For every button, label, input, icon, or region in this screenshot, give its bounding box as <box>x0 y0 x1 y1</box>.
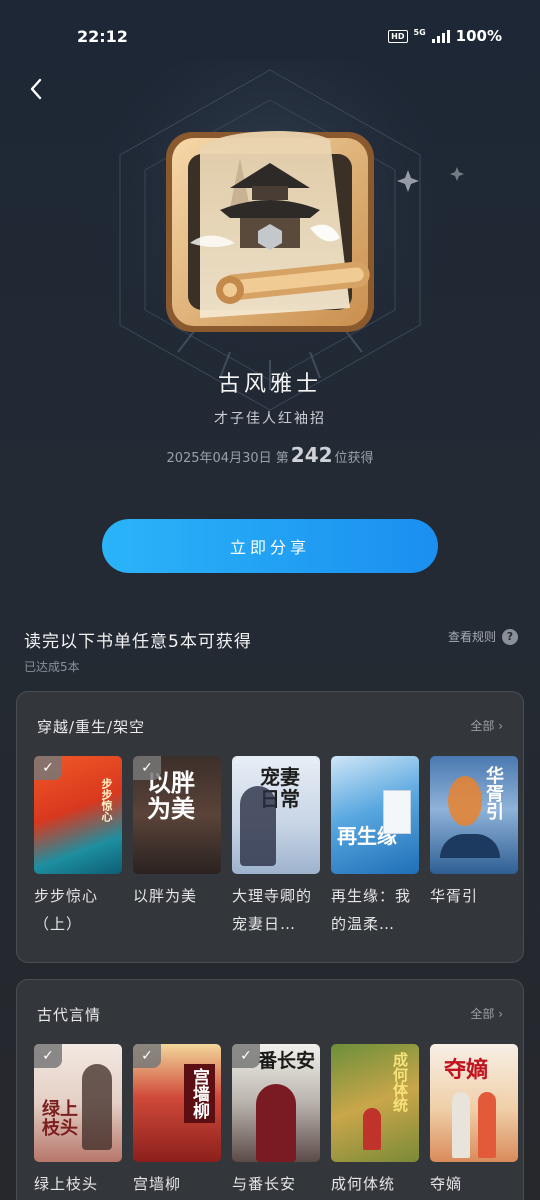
book-item[interactable]: 华胥引 华胥引 <box>430 756 518 938</box>
pavilion-scroll-badge-icon <box>166 130 374 332</box>
back-button[interactable] <box>22 74 52 104</box>
book-item[interactable]: 步步惊心 ✓ 步步惊心（上） <box>34 756 122 938</box>
rank-prefix: 第 <box>275 451 289 466</box>
cover-title: 成何体统 <box>391 1052 409 1112</box>
book-cover: 夺嫡 <box>430 1044 518 1162</box>
check-icon: ✓ <box>133 756 161 780</box>
section-title: 穿越/重生/架空 <box>37 718 146 736</box>
hd-icon: HD <box>388 29 408 43</box>
book-cover: 番长安 ✓ <box>232 1044 320 1162</box>
section-view-all-link[interactable]: 全部 › <box>470 717 503 734</box>
task-progress: 已达成5本 <box>24 660 80 674</box>
badge-obtained-info: 2025年04月30日 第 242 位获得 <box>0 443 540 467</box>
battery-level: 100% <box>455 27 502 45</box>
book-title: 大理寺卿的宠妻日… <box>232 887 313 933</box>
signal-icon <box>431 29 450 43</box>
share-button[interactable]: 立即分享 <box>102 519 438 573</box>
book-title: 华胥引 <box>430 887 479 905</box>
help-icon: ? <box>502 628 518 645</box>
book-item[interactable]: 夺嫡 夺嫡 <box>430 1044 518 1198</box>
book-title: 再生缘：我的温柔… <box>331 887 412 933</box>
book-title: 步步惊心（上） <box>34 887 99 933</box>
book-title: 成何体统 <box>331 1175 396 1193</box>
book-cover: 绿上枝头 ✓ <box>34 1044 122 1162</box>
book-row: 绿上枝头 ✓ 绿上枝头 宫墙柳 ✓ 宫墙柳 番长安 ✓ 与番长安 成何体统 成何… <box>34 1044 518 1198</box>
check-icon: ✓ <box>133 1044 161 1068</box>
view-rules-link[interactable]: 查看规则 ? <box>448 628 518 645</box>
rank-number: 242 <box>290 443 333 467</box>
book-cover: 宫墙柳 ✓ <box>133 1044 221 1162</box>
cover-title: 宫墙柳 <box>184 1064 215 1123</box>
book-item[interactable]: 绿上枝头 ✓ 绿上枝头 <box>34 1044 122 1198</box>
cover-title: 华胥引 <box>483 766 504 820</box>
view-rules-label: 查看规则 <box>447 630 496 644</box>
booklist-section-ancient-romance: 古代言情 全部 › 绿上枝头 ✓ 绿上枝头 宫墙柳 ✓ 宫墙柳 番长安 ✓ 与番… <box>16 979 524 1200</box>
task-title: 读完以下书单任意5本可获得 <box>24 632 252 652</box>
status-time: 22:12 <box>77 27 128 46</box>
badge-subtitle: 才子佳人红袖招 <box>214 411 326 427</box>
check-icon: ✓ <box>34 1044 62 1068</box>
badge-title: 古风雅士 <box>217 372 322 397</box>
rank-suffix: 位获得 <box>334 451 374 466</box>
badge-illustration <box>160 118 385 348</box>
book-item[interactable]: 番长安 ✓ 与番长安 <box>232 1044 320 1198</box>
section-title: 古代言情 <box>37 1006 102 1024</box>
book-item[interactable]: 成何体统 成何体统 <box>331 1044 419 1198</box>
book-item[interactable]: 再生缘 再生缘：我的温柔… <box>331 756 419 938</box>
badge-date: 2025年04月30日 <box>166 451 272 466</box>
cover-title: 番长安 <box>258 1050 316 1072</box>
cover-title: 绿上枝头 <box>42 1099 78 1139</box>
cover-title: 步步惊心 <box>100 778 113 822</box>
booklist-section-time-travel: 穿越/重生/架空 全部 › 步步惊心 ✓ 步步惊心（上） 以胖为美 ✓ 以胖为美… <box>16 691 524 963</box>
status-indicators: HD 5G 100% <box>388 27 502 45</box>
book-item[interactable]: 宫墙柳 ✓ 宫墙柳 <box>133 1044 221 1198</box>
book-cover: 成何体统 <box>331 1044 419 1162</box>
book-item[interactable]: 宠妻日常 大理寺卿的宠妻日… <box>232 756 320 938</box>
book-cover: 华胥引 <box>430 756 518 874</box>
cover-title: 夺嫡 <box>444 1057 489 1083</box>
book-title: 绿上枝头 <box>34 1175 99 1193</box>
check-icon: ✓ <box>34 756 62 780</box>
book-title: 以胖为美 <box>133 887 198 905</box>
book-title: 宫墙柳 <box>133 1175 182 1193</box>
book-title: 夺嫡 <box>430 1175 463 1193</box>
book-cover: 再生缘 <box>331 756 419 874</box>
book-title: 与番长安 <box>232 1175 297 1193</box>
book-cover: 以胖为美 ✓ <box>133 756 221 874</box>
book-cover: 步步惊心 ✓ <box>34 756 122 874</box>
chevron-left-icon <box>30 78 42 100</box>
book-row: 步步惊心 ✓ 步步惊心（上） 以胖为美 ✓ 以胖为美 宠妻日常 大理寺卿的宠妻日… <box>34 756 518 938</box>
network-label: 5G <box>413 27 426 37</box>
check-icon: ✓ <box>232 1044 260 1068</box>
book-item[interactable]: 以胖为美 ✓ 以胖为美 <box>133 756 221 938</box>
book-cover: 宠妻日常 <box>232 756 320 874</box>
section-view-all-link[interactable]: 全部 › <box>470 1005 503 1022</box>
